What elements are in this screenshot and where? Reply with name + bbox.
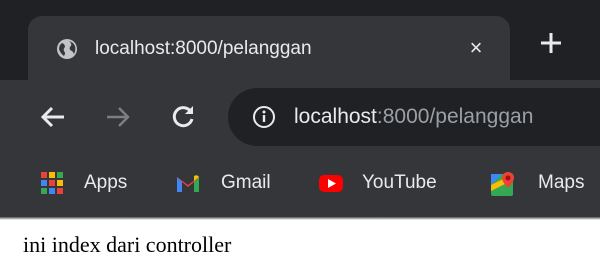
- toolbar: localhost:8000/pelanggan: [0, 80, 600, 152]
- youtube-icon: [318, 171, 343, 195]
- bookmark-label: Apps: [84, 172, 128, 193]
- url-path: :8000/pelanggan: [376, 105, 534, 128]
- bookmark-label: Gmail: [221, 172, 271, 193]
- close-icon[interactable]: ×: [465, 37, 487, 59]
- back-arrow-icon[interactable]: [40, 104, 66, 130]
- info-icon[interactable]: [252, 105, 276, 129]
- page-content-text: ini index dari controller: [23, 232, 232, 257]
- tab-strip: localhost:8000/pelanggan ×: [0, 0, 600, 80]
- reload-icon[interactable]: [170, 104, 196, 130]
- url-text: localhost:8000/pelanggan: [294, 104, 533, 130]
- maps-icon: [490, 171, 514, 196]
- forward-arrow-icon[interactable]: [105, 104, 131, 130]
- divider: [0, 216, 600, 220]
- new-tab-plus-icon[interactable]: [537, 29, 565, 57]
- globe-icon: [56, 38, 78, 60]
- tab-title: localhost:8000/pelanggan: [95, 38, 312, 59]
- bookmark-label: YouTube: [362, 172, 437, 193]
- gmail-icon: [175, 171, 199, 195]
- apps-grid-icon: [40, 171, 64, 195]
- address-bar[interactable]: localhost:8000/pelanggan: [228, 88, 600, 146]
- tab-active[interactable]: localhost:8000/pelanggan ×: [28, 16, 510, 80]
- url-host: localhost: [294, 105, 377, 128]
- bookmark-label: Maps: [538, 172, 585, 193]
- bookmarks-bar: Apps Gmail YouTube Maps: [0, 152, 600, 216]
